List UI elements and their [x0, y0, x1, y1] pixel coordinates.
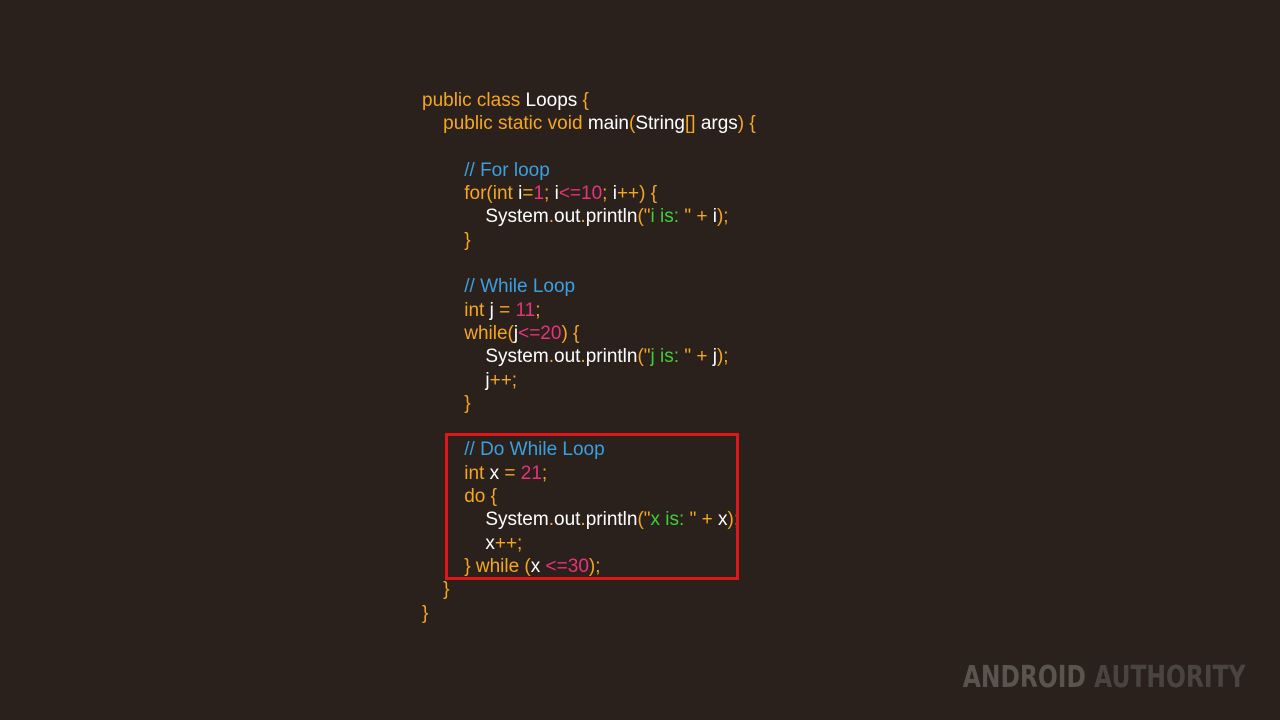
- code-token-keyword: ++) {: [616, 183, 658, 205]
- code-token-keyword: }: [422, 602, 429, 624]
- code-token-identifier: out: [554, 346, 581, 368]
- code-token-keyword: int: [464, 299, 490, 321]
- code-token-comment: // While Loop: [464, 276, 576, 298]
- code-line: // For loop: [422, 159, 756, 182]
- code-token-comment: // For loop: [464, 159, 550, 181]
- code-token-keyword: for(int: [464, 183, 519, 205]
- code-token-keyword: ) {: [737, 113, 756, 135]
- code-token-string: j is:: [650, 346, 685, 368]
- code-line: System.out.println("j is: " + j);: [422, 345, 756, 368]
- code-token-keyword: public static void: [443, 113, 588, 135]
- code-token-keyword: public class: [422, 90, 526, 111]
- code-token-number: 10: [581, 183, 603, 205]
- code-token-identifier: System: [485, 206, 549, 228]
- code-line: }: [422, 602, 756, 625]
- code-token-keyword: =: [493, 299, 516, 321]
- code-token-keyword: " +: [684, 346, 713, 368]
- code-token-keyword: }: [464, 392, 471, 414]
- code-token-identifier: main: [587, 113, 629, 135]
- code-line: public static void main(String[] args) {: [422, 112, 756, 135]
- code-token-keyword: ;: [544, 183, 555, 205]
- code-token-keyword: (": [637, 206, 651, 228]
- code-line: }: [422, 392, 756, 415]
- code-token-keyword: " +: [684, 206, 713, 228]
- code-token-string: i is:: [650, 206, 685, 228]
- code-token-keyword: while(: [464, 322, 514, 344]
- code-token-keyword: (": [637, 346, 651, 368]
- do-while-highlight-box: [445, 433, 739, 580]
- code-line: int j = 11;: [422, 299, 756, 322]
- code-token-keyword: }: [443, 579, 450, 601]
- code-token-identifier: args: [700, 113, 738, 135]
- code-line: }: [422, 229, 756, 252]
- code-token-number: 20: [540, 322, 562, 344]
- code-line: j++;: [422, 369, 756, 392]
- code-token-keyword: ;: [602, 183, 613, 205]
- code-token-number: 1: [533, 183, 545, 205]
- code-token-identifier: println: [585, 206, 638, 228]
- code-token-identifier: out: [554, 206, 581, 228]
- code-token-number: 11: [515, 299, 536, 321]
- code-token-keyword: }: [464, 229, 471, 251]
- watermark-authority: AUTHORITY: [1094, 660, 1246, 695]
- android-authority-watermark: ANDROID AUTHORITY: [963, 660, 1246, 695]
- watermark-android: ANDROID: [963, 660, 1087, 695]
- code-token-keyword: );: [716, 206, 729, 228]
- code-line: for(int i=1; i<=10; i++) {: [422, 182, 756, 205]
- code-line: while(j<=20) {: [422, 322, 756, 345]
- code-line: // While Loop: [422, 275, 756, 298]
- code-token-number: <=: [558, 183, 582, 205]
- code-token-keyword: {: [577, 90, 589, 111]
- code-token-identifier: System: [485, 346, 549, 368]
- code-token-identifier: Loops: [525, 90, 578, 111]
- code-token-identifier: String: [635, 113, 685, 135]
- code-token-keyword: );: [716, 346, 729, 368]
- code-line: public class Loops {: [422, 89, 756, 112]
- code-token-keyword: ++;: [489, 369, 518, 391]
- code-line: }: [422, 578, 756, 601]
- code-token-keyword: =: [522, 183, 534, 205]
- code-token-keyword: ;: [535, 299, 541, 321]
- code-line: System.out.println("i is: " + i);: [422, 205, 756, 228]
- code-token-keyword: []: [684, 113, 701, 135]
- code-token-identifier: println: [585, 346, 638, 368]
- code-token-keyword: ) {: [561, 322, 580, 344]
- code-token-number: <=: [518, 322, 541, 344]
